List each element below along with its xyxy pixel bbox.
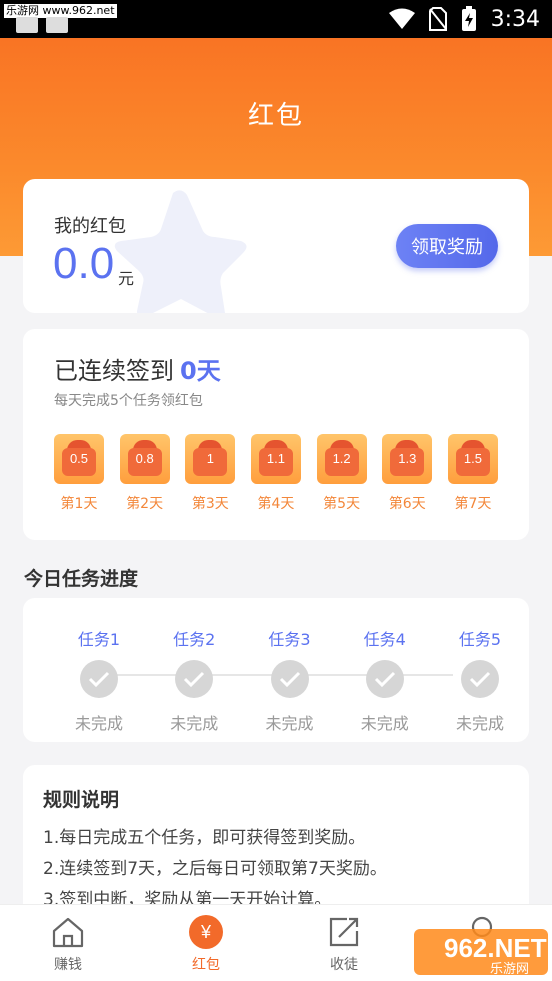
notification-icons (16, 17, 68, 33)
tab-apprentice[interactable]: 收徒 (294, 905, 394, 981)
task-item[interactable]: 任务4 未完成 (353, 626, 417, 734)
wallet-label: 我的红包 (54, 216, 126, 237)
rule-item: 1.每日完成五个任务，即可获得签到奖励。 (43, 828, 366, 848)
check-icon (365, 660, 404, 698)
share-icon (326, 914, 362, 950)
no-sim-icon (428, 7, 447, 31)
task-item[interactable]: 任务3 未完成 (258, 626, 322, 734)
notification-icon (46, 17, 68, 33)
day-reward-value: 1 (206, 451, 214, 466)
wallet-card: 我的红包 0.0 元 领取奖励 (23, 179, 529, 313)
day-reward-value: 1.2 (332, 451, 351, 466)
day-label: 第2天 (126, 496, 164, 512)
signin-day[interactable]: 1.3 第6天 (381, 434, 433, 513)
rules-title: 规则说明 (43, 789, 120, 811)
battery-charging-icon (461, 6, 476, 31)
watermark-site-name: 乐游网 (490, 962, 530, 977)
clock: 3:34 (490, 6, 540, 32)
task-status: 未完成 (170, 714, 219, 733)
red-envelope-icon: 0.5 (54, 434, 104, 484)
task-item[interactable]: 任务5 未完成 (448, 626, 512, 734)
status-bar: 乐游网 www.962.net 3:34 (0, 0, 552, 38)
task-name: 任务2 (173, 630, 216, 649)
signin-title-text: 已连续签到 (54, 357, 174, 385)
day-reward-value: 1.5 (463, 451, 482, 466)
wifi-icon (388, 8, 415, 29)
task-list: 任务1 未完成 任务2 未完成 任务3 未完成 任务4 未完成 任务5 未完成 (67, 626, 512, 734)
signin-days-count: 0天 (180, 357, 221, 385)
wallet-unit: 元 (118, 269, 135, 288)
signin-day[interactable]: 0.8 第2天 (119, 434, 171, 513)
day-reward-value: 0.8 (135, 451, 154, 466)
red-envelope-icon: 0.8 (119, 434, 170, 484)
task-status: 未完成 (455, 714, 504, 733)
check-icon (175, 660, 214, 698)
notification-icon (16, 17, 38, 33)
yen-icon: ¥ (188, 914, 224, 950)
watermark-text: 乐游网 www.962.net (4, 4, 117, 18)
task-name: 任务5 (458, 630, 502, 649)
tab-label: 红包 (192, 957, 220, 973)
rules-card: 规则说明 1.每日完成五个任务，即可获得签到奖励。 2.连续签到7天，之后每日可… (23, 765, 529, 915)
red-envelope-icon: 1.2 (316, 434, 367, 484)
signin-day[interactable]: 1 第3天 (184, 434, 236, 513)
signin-day[interactable]: 0.5 第1天 (53, 434, 105, 513)
task-item[interactable]: 任务1 未完成 (67, 626, 131, 734)
task-name: 任务4 (363, 630, 406, 649)
task-status: 未完成 (265, 714, 314, 733)
tab-earn[interactable]: 赚钱 (18, 905, 118, 981)
day-label: 第7天 (454, 496, 492, 512)
task-name: 任务3 (268, 630, 311, 649)
check-icon (80, 660, 118, 698)
tab-label: 收徒 (330, 957, 358, 973)
signin-days-row: 0.5 第1天 0.8 第2天 1 第3天 1.1 第4天 1.2 第5天 1.… (53, 434, 499, 513)
task-name: 任务1 (77, 630, 121, 649)
red-envelope-icon: 1.1 (250, 434, 301, 484)
day-label: 第1天 (60, 496, 98, 512)
task-item[interactable]: 任务2 未完成 (162, 626, 226, 734)
day-reward-value: 0.5 (69, 451, 89, 466)
star-decoration-icon (114, 190, 247, 313)
signin-title: 已连续签到 0天 (54, 351, 221, 386)
home-icon (50, 914, 86, 950)
task-status: 未完成 (360, 714, 409, 733)
progress-card: 任务1 未完成 任务2 未完成 任务3 未完成 任务4 未完成 任务5 未完成 (23, 598, 529, 742)
signin-subtitle: 每天完成5个任务领红包 (54, 393, 203, 409)
day-reward-value: 1.1 (266, 451, 285, 466)
signin-day[interactable]: 1.1 第4天 (250, 434, 302, 513)
red-envelope-icon: 1.5 (447, 434, 498, 484)
red-envelope-icon: 1 (185, 434, 236, 484)
day-reward-value: 1.3 (398, 451, 417, 466)
check-icon (461, 660, 499, 698)
signin-day[interactable]: 1.2 第5天 (316, 434, 368, 513)
signin-day[interactable]: 1.5 第7天 (447, 434, 499, 513)
day-label: 第4天 (257, 496, 295, 512)
tab-label: 赚钱 (54, 957, 82, 973)
rule-item: 2.连续签到7天，之后每日可领取第7天奖励。 (43, 859, 387, 879)
red-envelope-icon: 1.3 (382, 434, 433, 484)
wallet-amount: 0.0 (53, 239, 115, 288)
day-label: 第6天 (388, 496, 426, 512)
progress-section-title: 今日任务进度 (24, 568, 139, 590)
tab-red-packet[interactable]: ¥ 红包 (156, 905, 256, 981)
page-title: 红包 (247, 101, 304, 131)
claim-reward-button[interactable]: 领取奖励 (396, 224, 498, 268)
day-label: 第3天 (191, 496, 229, 512)
signin-card: 已连续签到 0天 每天完成5个任务领红包 0.5 第1天 0.8 第2天 1 第3… (23, 329, 529, 540)
day-label: 第5天 (323, 496, 361, 512)
check-icon (270, 660, 309, 698)
task-status: 未完成 (74, 714, 123, 733)
